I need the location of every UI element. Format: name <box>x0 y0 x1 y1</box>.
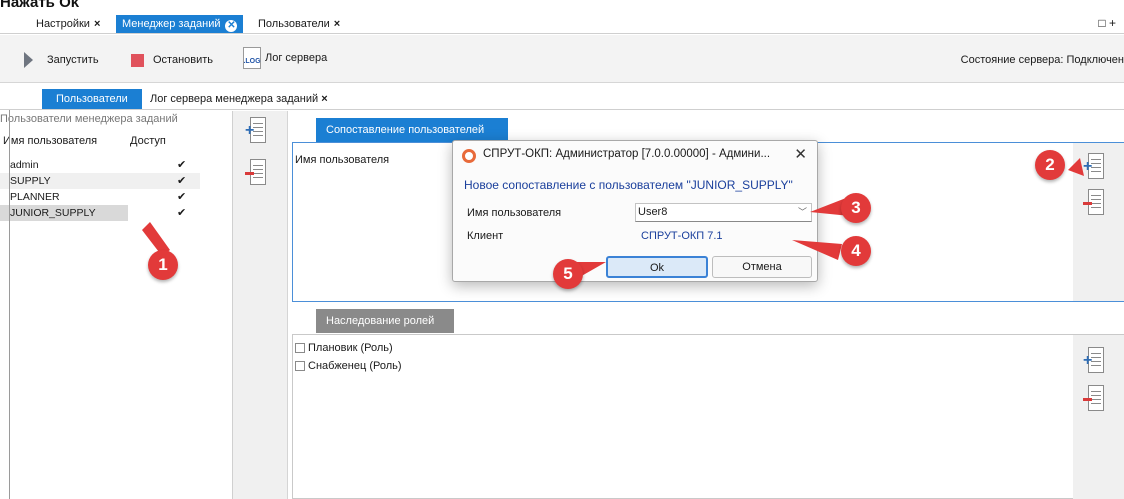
add-user-icon[interactable]: + <box>245 117 267 145</box>
chevron-down-icon: ﹀ <box>797 207 807 217</box>
column-header-user[interactable]: Имя пользователя <box>3 135 97 147</box>
dialog-heading: Новое сопоставление с пользователем "JUN… <box>464 178 793 192</box>
start-label: Запустить <box>47 54 99 66</box>
user-name-select[interactable]: User8 ﹀ <box>635 203 812 222</box>
user-row-selected[interactable]: JUNIOR_SUPPLY <box>0 205 128 221</box>
stop-button[interactable]: Остановить <box>131 49 213 71</box>
user-name: JUNIOR_SUPPLY <box>10 207 96 219</box>
tab-role-inheritance[interactable]: Наследование ролей <box>316 309 454 333</box>
toolbar: Запустить Остановить .LOG Лог сервера Со… <box>0 35 1124 83</box>
group-header: Пользователи менеджера заданий <box>0 113 178 125</box>
tab-label: Пользователи <box>258 18 330 30</box>
tab-label: Менеджер заданий <box>122 18 221 30</box>
server-status: Состояние сервера: Подключен <box>960 54 1124 66</box>
remove-mapping-icon[interactable] <box>1083 189 1105 217</box>
callout-badge-1: 1 <box>148 250 178 280</box>
mapping-actions-column: + <box>1073 143 1124 301</box>
sub-tab-strip: Пользователи Лог сервера менеджера задан… <box>0 84 1124 110</box>
user-name-label: Имя пользователя <box>467 207 562 219</box>
user-row[interactable]: admin ✔ <box>0 157 200 173</box>
mapping-column-header: Имя пользователя <box>295 154 390 166</box>
callout-badge-3: 3 <box>841 193 871 223</box>
user-name: SUPPLY <box>10 175 51 187</box>
role-label: Снабженец (Роль) <box>308 360 402 372</box>
user-name: PLANNER <box>10 191 60 203</box>
subtab-label: Лог сервера менеджера заданий <box>150 93 319 105</box>
server-log-button[interactable]: .LOG Лог сервера <box>243 47 327 69</box>
window-restore-button[interactable]: □ + <box>1098 16 1116 30</box>
users-panel: Пользователи менеджера заданий Имя польз… <box>0 111 233 499</box>
subtab-task-server-log[interactable]: Лог сервера менеджера заданий × <box>140 89 338 109</box>
subtab-users[interactable]: Пользователи <box>42 89 142 109</box>
check-icon: ✔ <box>177 207 187 219</box>
checkbox[interactable] <box>295 361 305 371</box>
selected-user: User8 <box>638 206 668 218</box>
tab-user-mapping[interactable]: Сопоставление пользователей <box>316 118 508 142</box>
role-item[interactable]: Плановик (Роль) <box>295 341 393 355</box>
close-icon[interactable]: × <box>321 93 327 105</box>
log-file-icon: .LOG <box>243 47 261 69</box>
panel-divider <box>9 110 10 499</box>
user-actions-column: + <box>233 111 288 499</box>
check-icon: ✔ <box>177 159 187 171</box>
client-value: СПРУТ-ОКП 7.1 <box>641 230 723 242</box>
dialog-title: СПРУТ-ОКП: Администратор [7.0.0.00000] -… <box>483 148 771 160</box>
start-button[interactable]: Запустить <box>24 49 99 71</box>
add-role-icon[interactable]: + <box>1083 347 1105 375</box>
remove-role-icon[interactable] <box>1083 385 1105 413</box>
ok-button[interactable]: Ok <box>606 256 708 278</box>
close-icon[interactable]: × <box>94 18 100 30</box>
checkbox[interactable] <box>295 343 305 353</box>
add-mapping-icon[interactable]: + <box>1083 153 1105 181</box>
tab-task-manager[interactable]: Менеджер заданий ✕ <box>116 15 244 33</box>
check-icon: ✔ <box>177 175 187 187</box>
main-tab-strip: Настройки × Менеджер заданий ✕ Пользовател… <box>0 12 1124 34</box>
tab-users[interactable]: Пользователи × <box>252 15 346 33</box>
server-log-label: Лог сервера <box>265 52 328 64</box>
user-name: admin <box>10 159 39 171</box>
user-row[interactable]: SUPPLY ✔ <box>0 173 200 189</box>
remove-user-icon[interactable] <box>245 159 267 187</box>
role-inheritance-panel: Плановик (Роль) Снабженец (Роль) <box>292 334 1124 499</box>
close-icon[interactable]: × <box>334 18 340 30</box>
stop-label: Остановить <box>153 54 214 66</box>
callout-badge-4: 4 <box>841 236 871 266</box>
column-header-access[interactable]: Доступ <box>130 135 166 147</box>
close-icon[interactable]: ✕ <box>225 20 238 32</box>
callout-badge-5: 5 <box>553 259 583 289</box>
tab-label: Настройки <box>36 18 90 30</box>
close-icon[interactable]: ✕ <box>794 145 807 163</box>
app-logo-icon <box>462 149 476 163</box>
instruction-caption: Нажать Ok <box>0 0 80 11</box>
user-row[interactable]: PLANNER ✔ <box>0 189 200 205</box>
new-mapping-dialog: СПРУТ-ОКП: Администратор [7.0.0.00000] -… <box>452 140 818 282</box>
play-icon <box>24 52 33 68</box>
check-icon: ✔ <box>177 191 187 203</box>
role-item[interactable]: Снабженец (Роль) <box>295 359 402 373</box>
role-actions-column: + <box>1073 335 1124 499</box>
client-label: Клиент <box>467 230 504 242</box>
callout-badge-2: 2 <box>1035 150 1065 180</box>
role-label: Плановик (Роль) <box>308 342 393 354</box>
stop-icon <box>131 53 144 67</box>
cancel-button[interactable]: Отмена <box>712 256 812 278</box>
tab-settings[interactable]: Настройки × <box>30 15 106 33</box>
